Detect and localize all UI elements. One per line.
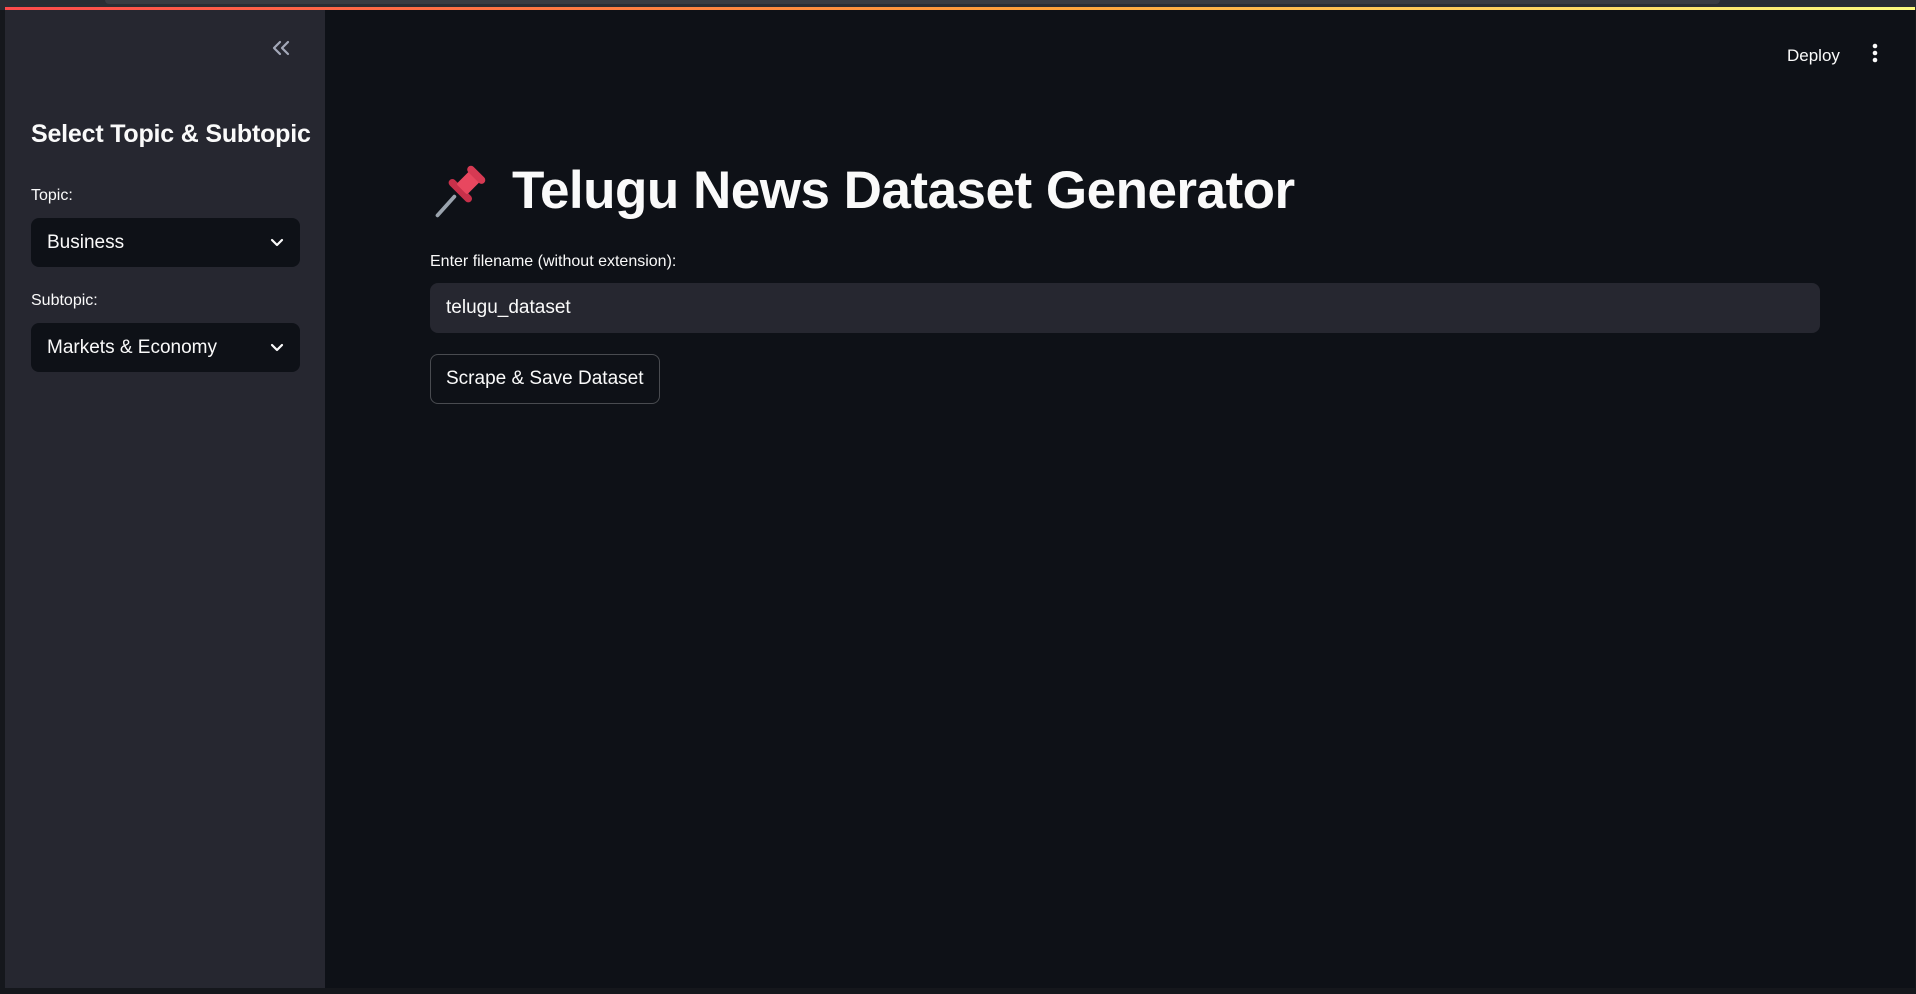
pushpin-icon <box>435 165 486 217</box>
topic-select-value: Business <box>47 231 125 253</box>
main-menu-button[interactable] <box>1867 40 1883 66</box>
double-chevron-left-icon <box>272 40 290 56</box>
subtopic-select[interactable]: Markets & Economy <box>31 323 300 372</box>
deploy-button[interactable]: Deploy <box>1783 42 1844 70</box>
browser-tab-edge <box>105 0 1720 4</box>
filename-input[interactable] <box>430 283 1820 333</box>
app-window: Select Topic & Subtopic Topic: Business … <box>5 10 1915 988</box>
sidebar: Select Topic & Subtopic Topic: Business … <box>5 10 325 988</box>
vertical-ellipsis-icon <box>1872 43 1878 63</box>
chevron-down-icon <box>270 343 284 352</box>
topic-label: Topic: <box>31 187 73 204</box>
collapse-sidebar-button[interactable] <box>267 34 295 62</box>
subtopic-label: Subtopic: <box>31 292 98 309</box>
subtopic-select-value: Markets & Economy <box>47 336 217 358</box>
scrape-save-button[interactable]: Scrape & Save Dataset <box>430 354 660 404</box>
page-title: Telugu News Dataset Generator <box>512 161 1295 220</box>
title-row: Telugu News Dataset Generator <box>430 160 1295 221</box>
header-decoration-bar <box>5 7 1915 10</box>
topic-select[interactable]: Business <box>31 218 300 267</box>
chevron-down-icon <box>270 238 284 247</box>
sidebar-heading: Select Topic & Subtopic <box>31 120 311 148</box>
filename-label: Enter filename (without extension): <box>430 253 677 270</box>
